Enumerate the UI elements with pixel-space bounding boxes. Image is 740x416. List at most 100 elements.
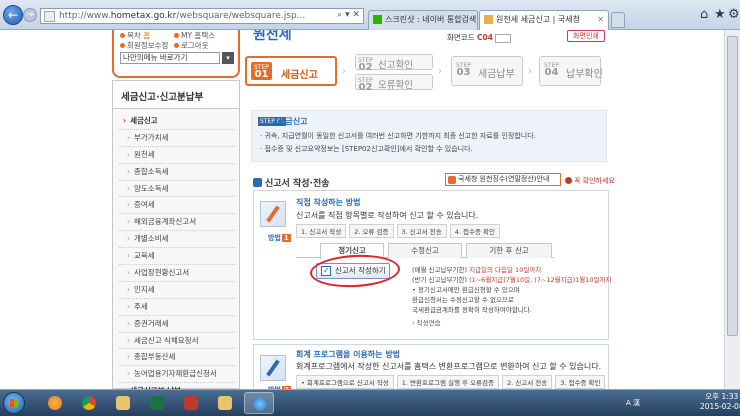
step-label: 납부확인 [566, 69, 603, 80]
pencil-document-icon [260, 201, 286, 227]
method-accounting-program: 방법2 회계 프로그램을 이용하는 방법 회계프로그램에서 작성한 신고서를 홈… [253, 344, 609, 389]
sidebar-item[interactable]: 양도소득세 [119, 181, 235, 198]
note-line: 국세환급금계좌를 정확히 작성하여야합니다. [412, 306, 532, 314]
sidebar-item[interactable]: 종합소득세 [119, 164, 235, 181]
close-tab-icon[interactable]: ✕ [597, 11, 604, 29]
step-arrow-icon: › [342, 66, 346, 77]
withholding-guide-button[interactable]: 국세청 원천징수(연말정산)안내 [445, 173, 561, 186]
my-menu-select[interactable]: 나만의메뉴 바로가기 [120, 52, 220, 64]
clock[interactable]: 오후 1:33 2015-02-08 [700, 392, 740, 412]
media-player-icon[interactable] [40, 392, 70, 414]
section-icon [253, 178, 262, 187]
start-button[interactable] [3, 392, 25, 414]
method-description: 회계프로그램에서 작성한 신고서를 홈택스 변환프로그램으로 변환하여 신고 할… [296, 362, 602, 371]
alert-icon [565, 177, 572, 184]
tab-amended-filing[interactable]: 수정신고 [388, 243, 462, 258]
address-actions[interactable]: ⌕ ▾ ✕ [337, 10, 360, 20]
sidebar-group[interactable]: 세금신고 [119, 113, 235, 130]
chrome-icon[interactable] [74, 392, 104, 414]
sidebar-item[interactable]: 개별소비세 [119, 231, 235, 249]
method-title: 직접 작성하는 방법 [296, 198, 361, 207]
method-title: 회계 프로그램을 이용하는 방법 [296, 350, 401, 359]
method-direct-write: 방법 1 직접 작성하는 방법 신고서를 직접 항목별로 작성하여 신고 할 수 … [253, 190, 612, 340]
sidebar-item[interactable]: 농어업용기자재환급신청서 [119, 366, 235, 384]
step-error-check[interactable]: STEP 02 오류확인 [355, 74, 433, 93]
step-label: 오류확인 [378, 80, 413, 91]
sidebar-item[interactable]: 증권거래세 [119, 316, 235, 333]
logout-link[interactable]: 로그아웃 [174, 40, 209, 51]
settings-gear-icon[interactable]: ⚙ [728, 7, 740, 22]
sidebar-item[interactable]: 사업장현황신고서 [119, 265, 235, 282]
naver-icon [373, 15, 382, 24]
note-line: (반기 신고납부기한) (1~6월지급)7월10일, (7~12월지급)1월10… [412, 276, 612, 284]
practice-link[interactable]: › 작성연습 [412, 318, 611, 328]
sidebar-item[interactable]: 주세 [119, 299, 235, 316]
web-page: 목차 홈 MY 홈택스 회원정보수정 로그아웃 나만의메뉴 바로가기 ▾ 세금신… [0, 30, 740, 389]
back-icon[interactable]: ← [3, 5, 23, 25]
address-bar[interactable]: http://www.hometax.go.kr/websquare/websq… [40, 8, 364, 24]
process-flow: • 회계프로그램으로 신고서 작성 1. 변환프로그램 실행 후 오류검증 2. 신… [296, 375, 608, 389]
sidebar-item[interactable]: 해외금융계좌신고서 [119, 214, 235, 232]
internet-explorer-icon[interactable] [244, 392, 274, 414]
info-box: STEP 01 세금신고 · 귀속, 지급연월이 동일한 신고서를 여러번 신고… [251, 110, 607, 162]
step-navigation: STEP 01 세금신고 › STEP 02 신고확인 STEP 02 오류확인 › … [245, 50, 603, 96]
note-line: • 정기신고서에만 환급신청할 수 있으며 [412, 286, 520, 294]
tab-late-filing[interactable]: 기한 후 신고 [466, 243, 552, 258]
method-label: 방법 1 [268, 234, 291, 242]
note-line: (매월 신고납부기한) 지급일의 다음달 10일까지 [412, 266, 542, 274]
sidebar-item[interactable]: 원천세 [119, 147, 235, 164]
sidebar-item[interactable]: 인지세 [119, 282, 235, 299]
sidebar-item[interactable]: 부가가치세 [119, 130, 235, 147]
step-tax-filing[interactable]: STEP 01 세금신고 [245, 56, 337, 86]
info-line: · 접수증 및 신고요약정보는 [STEP02신고확인]에서 확인할 수 있습니… [260, 145, 473, 153]
flow-step: 1. 변환프로그램 실행 후 오류검증 [396, 375, 499, 389]
info-line: · 귀속, 지급연월이 동일한 신고서를 여러번 신고하면 기한까지 최종 신고… [260, 132, 536, 140]
folder-icon[interactable] [108, 392, 138, 414]
site-favicon-icon [44, 11, 55, 22]
sidebar-item[interactable]: 증여세 [119, 197, 235, 215]
print-button[interactable]: 화면인쇄 [567, 30, 605, 42]
windows-taskbar: A 漢 오후 1:33 2015-02-08 [0, 389, 740, 416]
guide-icon [448, 176, 456, 184]
sidebar-item[interactable]: 교육세 [119, 248, 235, 266]
sidebar-title: 세금신고·신고분납부 [113, 81, 239, 109]
step-arrow-icon: › [528, 66, 532, 77]
excel-icon[interactable] [142, 392, 172, 414]
step-number: STEP 03 [456, 62, 471, 78]
step-payment-confirm[interactable]: STEP 04 납부확인 [539, 56, 603, 86]
sidebar-item[interactable]: 세금신고 식체요청서 [119, 333, 235, 350]
flow-step: • 회계프로그램으로 신고서 작성 [296, 375, 394, 389]
process-flow: 1. 신고서 작성 2. 오류 검증 3. 신고서 전송 4. 접수증 확인 [296, 224, 503, 238]
must-check-link[interactable]: 꼭 확인하세요 [565, 176, 615, 186]
flow-step: 3. 접수증 확인 [555, 375, 606, 389]
profile-edit-link[interactable]: 회원정보수정 [120, 40, 168, 51]
tab-hometax[interactable]: 원천세 세금신고 | 국세청 ✕ [479, 10, 609, 30]
step-number: STEP 02 [358, 77, 373, 93]
note-line: 환급신청서는 수정신고할 수 없으므로 [412, 296, 514, 304]
home-icon[interactable]: ⌂ [700, 7, 708, 22]
url-text: http://www.hometax.go.kr/websquare/websq… [59, 11, 306, 21]
sidebar-list: 세금신고부가가치세원천세종합소득세양도소득세증여세해외금융계좌신고서개별소비세교… [119, 113, 235, 389]
step-number: STEP 02 [358, 57, 373, 73]
step-number: STEP 01 [251, 62, 272, 80]
step-label: 신고확인 [378, 60, 413, 71]
favorites-star-icon[interactable]: ★ [714, 7, 726, 22]
main-content: 원천세 화면코드 C04 화면인쇄 STEP 01 세금신고 › STEP 02 신… [245, 30, 723, 389]
step-label: 세금납부 [478, 69, 515, 80]
go-button[interactable]: ▾ [222, 52, 234, 64]
info-title: 세금신고 [278, 117, 308, 126]
sidebar: 세금신고·신고분납부 세금신고부가가치세원천세종합소득세양도소득세증여세해외금융… [112, 80, 240, 389]
ime-indicator[interactable]: A 漢 [626, 398, 640, 408]
new-tab-button[interactable] [611, 12, 625, 28]
flow-step: 3. 신고서 전송 [396, 224, 447, 238]
explorer-folder-icon[interactable] [210, 392, 240, 414]
vertical-scrollbar[interactable] [724, 30, 740, 389]
acrobat-icon[interactable] [176, 392, 206, 414]
tab-naver[interactable]: 스크린샷 : 네이버 통합검색 [368, 10, 478, 30]
step-tax-payment[interactable]: STEP 03 세금납부 [451, 56, 523, 86]
flow-step: 1. 신고서 작성 [296, 224, 347, 238]
sidebar-item[interactable]: 종합부동산세 [119, 349, 235, 367]
scrollbar-thumb[interactable] [727, 36, 738, 336]
step-filing-check[interactable]: STEP 02 신고확인 [355, 54, 433, 73]
forward-icon[interactable]: → [23, 8, 37, 22]
